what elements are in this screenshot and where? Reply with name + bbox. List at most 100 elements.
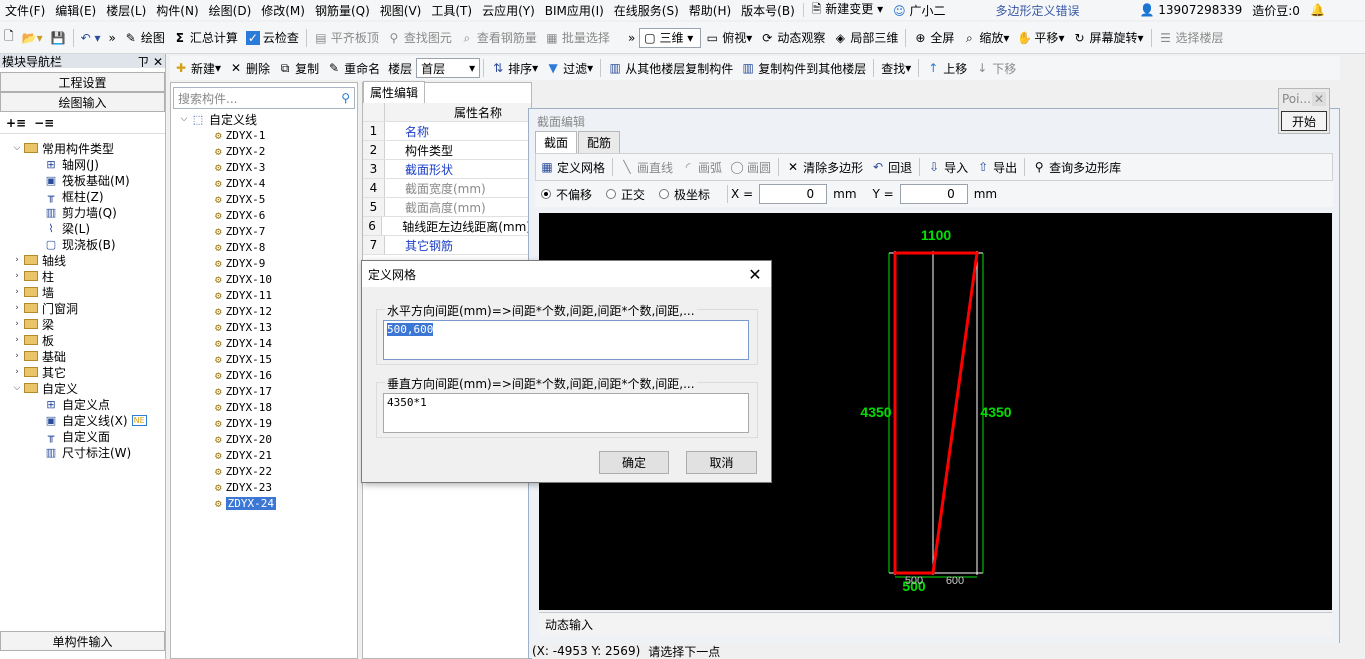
property-row[interactable]: 3 截面形状 (363, 160, 531, 179)
export-button[interactable]: ⇧ 导出 (972, 155, 1021, 179)
project-settings-button[interactable]: 工程设置 (0, 72, 165, 92)
close-icon[interactable]: ✕ (1312, 92, 1326, 106)
menu-item[interactable]: 修改(M) (256, 2, 310, 19)
tab-rebar[interactable]: 配筋 (578, 131, 621, 153)
draw-button[interactable]: ✎ 绘图 (120, 26, 169, 50)
component-item[interactable]: ⚙ ZDYX-3 (171, 159, 357, 175)
component-item[interactable]: ⚙ ZDYX-7 (171, 223, 357, 239)
menu-item[interactable]: 编辑(E) (50, 2, 101, 19)
component-item[interactable]: ⚙ ZDYX-18 (171, 399, 357, 415)
vertical-spacing-input[interactable]: 4350*1 (383, 393, 749, 433)
nav-tree-item[interactable]: › 基础 (0, 348, 165, 364)
sum-calc-button[interactable]: Σ 汇总计算 (169, 26, 242, 50)
screen-rotate-button[interactable]: ↻ 屏幕旋转 ▾ (1068, 26, 1147, 50)
component-item[interactable]: ⚙ ZDYX-1 (171, 127, 357, 143)
sort-button[interactable]: ⇅ 排序 ▾ (487, 56, 542, 80)
component-item[interactable]: ⚙ ZDYX-6 (171, 207, 357, 223)
chevron-right-icon[interactable]: › (10, 319, 24, 329)
draw-line-button[interactable]: ╲ 画直线 (616, 155, 677, 179)
component-item[interactable]: ⚙ ZDYX-15 (171, 351, 357, 367)
fullscreen-button[interactable]: ⊕ 全屏 (909, 26, 958, 50)
horizontal-spacing-input[interactable]: 500,600 (383, 320, 749, 360)
component-item[interactable]: ⚙ ZDYX-17 (171, 383, 357, 399)
polar-radio[interactable] (659, 189, 670, 199)
pan-button[interactable]: ✋ 平移 ▾ (1013, 26, 1068, 50)
component-root[interactable]: ⌵ ⬚ 自定义线 (171, 111, 357, 127)
zoom-button[interactable]: ⌕ 缩放 ▾ (958, 26, 1013, 50)
property-row[interactable]: 2 构件类型 (363, 141, 531, 160)
property-row[interactable]: 5 截面高度(mm) (363, 198, 531, 217)
component-item[interactable]: ⚙ ZDYX-11 (171, 287, 357, 303)
nav-tree-item[interactable]: › 板 (0, 332, 165, 348)
nav-tree-item[interactable]: ⌵ 常用构件类型 (0, 140, 165, 156)
nav-tree-item[interactable]: ⊞ 轴网(J) (0, 156, 165, 172)
undo-icon[interactable]: ↶ ▾ (77, 26, 105, 50)
component-item[interactable]: ⚙ ZDYX-5 (171, 191, 357, 207)
nav-tree-item[interactable]: › 门窗洞 (0, 300, 165, 316)
toolbar-overflow-2[interactable]: » (624, 26, 639, 50)
import-button[interactable]: ⇩ 导入 (923, 155, 972, 179)
select-floor-button[interactable]: ☰ 选择楼层 (1155, 26, 1228, 50)
toolbar-overflow[interactable]: » (104, 26, 119, 50)
section-polygon[interactable] (893, 251, 979, 575)
floor-select[interactable]: 首层 ▾ (416, 58, 481, 78)
copy-from-other-floor-button[interactable]: ▥ 从其他楼层复制构件 (604, 56, 737, 80)
new-change-menu[interactable]: 🗎 新建变更 ▾ (807, 0, 888, 21)
nav-tree-item[interactable]: › 轴线 (0, 252, 165, 268)
component-item[interactable]: ⚙ ZDYX-19 (171, 415, 357, 431)
move-down-button[interactable]: ↓ 下移 (971, 56, 1020, 80)
menu-item[interactable]: 云应用(Y) (477, 2, 540, 19)
component-item[interactable]: ⚙ ZDYX-8 (171, 239, 357, 255)
nav-tree-item[interactable]: › 梁 (0, 316, 165, 332)
menu-item[interactable]: 工具(T) (426, 2, 477, 19)
nav-tree-item[interactable]: ╥ 框柱(Z) (0, 188, 165, 204)
view-rebar-button[interactable]: ⌕ 查看钢筋量 (456, 26, 541, 50)
price-bean[interactable]: 造价豆:0 (1247, 2, 1305, 19)
menu-item[interactable]: 文件(F) (0, 2, 50, 19)
nav-tree-item[interactable]: › 柱 (0, 268, 165, 284)
rename-button[interactable]: ✎ 重命名 (323, 56, 384, 80)
component-item[interactable]: ⚙ ZDYX-13 (171, 319, 357, 335)
copy-to-other-floor-button[interactable]: ▥ 复制构件到其他楼层 (737, 56, 870, 80)
nav-tree-item[interactable]: ⌇ 梁(L) (0, 220, 165, 236)
menu-item[interactable]: 楼层(L) (101, 2, 151, 19)
property-row[interactable]: 4 截面宽度(mm) (363, 179, 531, 198)
search-icon[interactable]: ⚲ (341, 91, 350, 105)
nav-tree-item[interactable]: ▥ 剪力墙(Q) (0, 204, 165, 220)
nav-tree-item[interactable]: ▣ 自定义线(X) NE (0, 412, 165, 428)
batch-select-button[interactable]: ▦ 批量选择 (541, 26, 614, 50)
component-item[interactable]: ⚙ ZDYX-9 (171, 255, 357, 271)
component-item[interactable]: ⚙ ZDYX-4 (171, 175, 357, 191)
local-3d-button[interactable]: ◈ 局部三维 (829, 26, 902, 50)
nav-tree-item[interactable]: ╥ 自定义面 (0, 428, 165, 444)
collapse-all-icon[interactable]: −≡ (34, 116, 54, 130)
pin-icon[interactable]: ㄗ (137, 55, 149, 69)
clear-polygon-button[interactable]: ✕ 清除多边形 (782, 155, 867, 179)
component-item[interactable]: ⚙ ZDYX-2 (171, 143, 357, 159)
drawing-input-button[interactable]: 绘图输入 (0, 92, 165, 112)
tab-section[interactable]: 截面 (535, 131, 578, 153)
define-grid-button[interactable]: ▦ 定义网格 (536, 155, 609, 179)
component-item[interactable]: ⚙ ZDYX-21 (171, 447, 357, 463)
nav-tree-item[interactable]: ▥ 尺寸标注(W) (0, 444, 165, 460)
chevron-down-icon[interactable]: ⌵ (10, 383, 24, 393)
nav-tree-item[interactable]: ▢ 现浇板(B) (0, 236, 165, 252)
y-coordinate-input[interactable]: 0 (899, 184, 968, 204)
menu-item[interactable]: 绘图(D) (204, 2, 257, 19)
property-row[interactable]: 1 名称 (363, 122, 531, 141)
menu-item[interactable]: 在线服务(S) (609, 2, 684, 19)
chevron-right-icon[interactable]: › (10, 287, 24, 297)
dynamic-input-bar[interactable]: 动态输入 (539, 612, 1332, 636)
ok-button[interactable]: 确定 (599, 451, 669, 474)
view-mode-select[interactable]: ▢ 三维 ▾ (639, 27, 702, 48)
move-up-button[interactable]: ↑ 上移 (922, 56, 971, 80)
align-slab-button[interactable]: ▤ 平齐板顶 (310, 26, 383, 50)
no-offset-radio[interactable] (541, 189, 551, 199)
find-element-button[interactable]: ⚲ 查找图元 (383, 26, 456, 50)
expand-all-icon[interactable]: +≡ (6, 116, 26, 130)
new-file-icon[interactable]: 🗋 (0, 26, 18, 50)
component-item[interactable]: ⚙ ZDYX-16 (171, 367, 357, 383)
menu-item[interactable]: 版本号(B) (736, 2, 800, 19)
nav-tree-item[interactable]: ▣ 筏板基础(M) (0, 172, 165, 188)
chevron-right-icon[interactable]: › (10, 335, 24, 345)
